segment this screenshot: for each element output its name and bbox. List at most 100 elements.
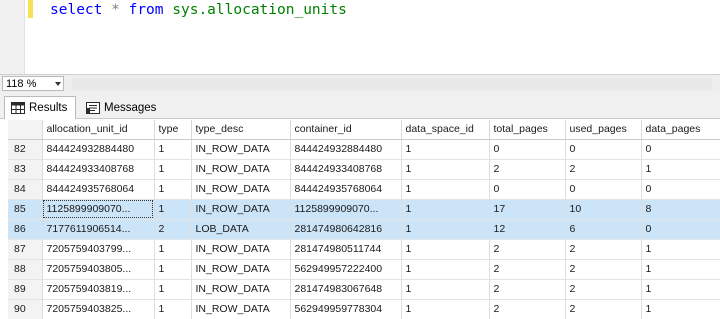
grid-cell[interactable]: 1 <box>154 299 192 319</box>
grid-cell[interactable]: 0 <box>489 179 566 200</box>
row-number[interactable]: 82 <box>8 139 43 160</box>
grid-cell[interactable]: 0 <box>641 139 720 160</box>
query-editor[interactable]: select * from sys.allocation_units <box>0 0 720 74</box>
horizontal-scrollbar[interactable] <box>72 78 712 89</box>
grid-cell[interactable]: 562949957222400 <box>290 259 402 280</box>
column-header[interactable]: data_space_id <box>401 120 490 140</box>
grid-cell[interactable]: 7205759403805... <box>42 259 155 280</box>
grid-cell[interactable]: 844424932884480 <box>42 139 155 160</box>
grid-cell[interactable]: 7177611906514... <box>42 219 155 240</box>
table-row[interactable]: 89 7205759403819... 1 IN_ROW_DATA 2814749830… <box>8 279 720 300</box>
row-header-corner[interactable] <box>8 120 43 140</box>
grid-cell[interactable]: 562949959778304 <box>290 299 402 319</box>
table-row[interactable]: 82 844424932884480 1 IN_ROW_DATA 84442493288… <box>8 139 720 160</box>
grid-cell[interactable]: 1 <box>154 199 192 220</box>
table-row[interactable]: 84 844424935768064 1 IN_ROW_DATA 84442493576… <box>8 179 720 200</box>
grid-cell[interactable]: 281474980642816 <box>290 219 402 240</box>
grid-cell[interactable]: 0 <box>565 179 642 200</box>
column-header[interactable]: used_pages <box>565 120 642 140</box>
grid-cell[interactable]: 1 <box>641 299 720 319</box>
table-row[interactable]: 85 1125899909070... 1 IN_ROW_DATA 1125899909… <box>8 199 720 220</box>
grid-cell[interactable]: 281474980511744 <box>290 239 402 260</box>
row-number[interactable]: 90 <box>8 299 43 319</box>
grid-cell[interactable]: 1 <box>154 179 192 200</box>
grid-cell[interactable]: 844424933408768 <box>42 159 155 180</box>
grid-cell[interactable]: 1 <box>154 139 192 160</box>
grid-cell[interactable]: 1 <box>154 259 192 280</box>
grid-cell[interactable]: 2 <box>565 279 642 300</box>
grid-cell[interactable]: 2 <box>489 239 566 260</box>
grid-cell[interactable]: 0 <box>489 139 566 160</box>
grid-cell[interactable]: IN_ROW_DATA <box>191 199 291 220</box>
grid-cell[interactable]: 2 <box>489 259 566 280</box>
grid-cell[interactable]: 1 <box>401 259 490 280</box>
results-grid[interactable]: allocation_unit_id type type_desc contai… <box>8 120 720 319</box>
grid-cell[interactable]: IN_ROW_DATA <box>191 139 291 160</box>
grid-cell[interactable]: 844424935768064 <box>42 179 155 200</box>
grid-cell[interactable]: 1125899909070... <box>42 199 155 220</box>
grid-cell[interactable]: 7205759403825... <box>42 299 155 319</box>
grid-cell[interactable]: 1 <box>154 279 192 300</box>
row-number[interactable]: 86 <box>8 219 43 240</box>
grid-cell[interactable]: 844424935768064 <box>290 179 402 200</box>
grid-cell[interactable]: IN_ROW_DATA <box>191 179 291 200</box>
grid-cell[interactable]: 1 <box>401 279 490 300</box>
table-row[interactable]: 83 844424933408768 1 IN_ROW_DATA 84442493340… <box>8 159 720 180</box>
grid-cell[interactable]: IN_ROW_DATA <box>191 299 291 319</box>
code-line[interactable]: select * from sys.allocation_units <box>50 1 347 19</box>
grid-cell[interactable]: 2 <box>154 219 192 240</box>
grid-cell[interactable]: 1 <box>401 239 490 260</box>
column-header[interactable]: container_id <box>290 120 402 140</box>
grid-cell[interactable]: IN_ROW_DATA <box>191 239 291 260</box>
grid-cell[interactable]: 281474983067648 <box>290 279 402 300</box>
tab-messages[interactable]: Messages <box>80 96 162 119</box>
grid-cell[interactable]: 8 <box>641 199 720 220</box>
column-header[interactable]: data_pages <box>641 120 720 140</box>
table-row[interactable]: 86 7177611906514... 2 LOB_DATA 2814749806428… <box>8 219 720 240</box>
table-row[interactable]: 88 7205759403805... 1 IN_ROW_DATA 5629499572… <box>8 259 720 280</box>
grid-cell[interactable]: 1 <box>641 159 720 180</box>
grid-cell[interactable]: 12 <box>489 219 566 240</box>
row-number[interactable]: 89 <box>8 279 43 300</box>
column-header[interactable]: type <box>154 120 192 140</box>
grid-cell[interactable]: LOB_DATA <box>191 219 291 240</box>
grid-cell[interactable]: 2 <box>565 299 642 319</box>
chevron-down-icon[interactable] <box>55 82 61 86</box>
grid-cell[interactable]: 1 <box>641 259 720 280</box>
grid-cell[interactable]: 1 <box>401 139 490 160</box>
grid-cell[interactable]: 17 <box>489 199 566 220</box>
column-header[interactable]: type_desc <box>191 120 291 140</box>
grid-cell[interactable]: 7205759403799... <box>42 239 155 260</box>
column-header[interactable]: total_pages <box>489 120 566 140</box>
grid-cell[interactable]: 1 <box>401 199 490 220</box>
grid-cell[interactable]: 2 <box>565 259 642 280</box>
grid-cell[interactable]: 1 <box>641 239 720 260</box>
grid-cell[interactable]: 1 <box>401 219 490 240</box>
grid-cell[interactable]: 0 <box>641 219 720 240</box>
grid-cell[interactable]: 1 <box>401 299 490 319</box>
zoom-dropdown[interactable]: 118 % <box>2 76 64 91</box>
grid-cell[interactable]: 2 <box>565 159 642 180</box>
grid-cell[interactable]: IN_ROW_DATA <box>191 279 291 300</box>
row-number[interactable]: 85 <box>8 199 43 220</box>
grid-cell[interactable]: 10 <box>565 199 642 220</box>
grid-cell[interactable]: 1 <box>401 159 490 180</box>
grid-cell[interactable]: 0 <box>565 139 642 160</box>
grid-cell[interactable]: 844424933408768 <box>290 159 402 180</box>
grid-cell[interactable]: IN_ROW_DATA <box>191 159 291 180</box>
grid-cell[interactable]: 1 <box>641 279 720 300</box>
row-number[interactable]: 84 <box>8 179 43 200</box>
grid-cell[interactable]: 2 <box>565 239 642 260</box>
column-header[interactable]: allocation_unit_id <box>42 120 155 140</box>
table-row[interactable]: 87 7205759403799... 1 IN_ROW_DATA 2814749805… <box>8 239 720 260</box>
grid-cell[interactable]: 2 <box>489 299 566 319</box>
grid-cell[interactable]: 6 <box>565 219 642 240</box>
grid-cell[interactable]: 1125899909070... <box>290 199 402 220</box>
grid-cell[interactable]: 844424932884480 <box>290 139 402 160</box>
row-number[interactable]: 88 <box>8 259 43 280</box>
grid-cell[interactable]: 2 <box>489 159 566 180</box>
tab-results[interactable]: Results <box>4 96 76 119</box>
grid-cell[interactable]: 1 <box>154 239 192 260</box>
row-number[interactable]: 83 <box>8 159 43 180</box>
grid-cell[interactable]: IN_ROW_DATA <box>191 259 291 280</box>
